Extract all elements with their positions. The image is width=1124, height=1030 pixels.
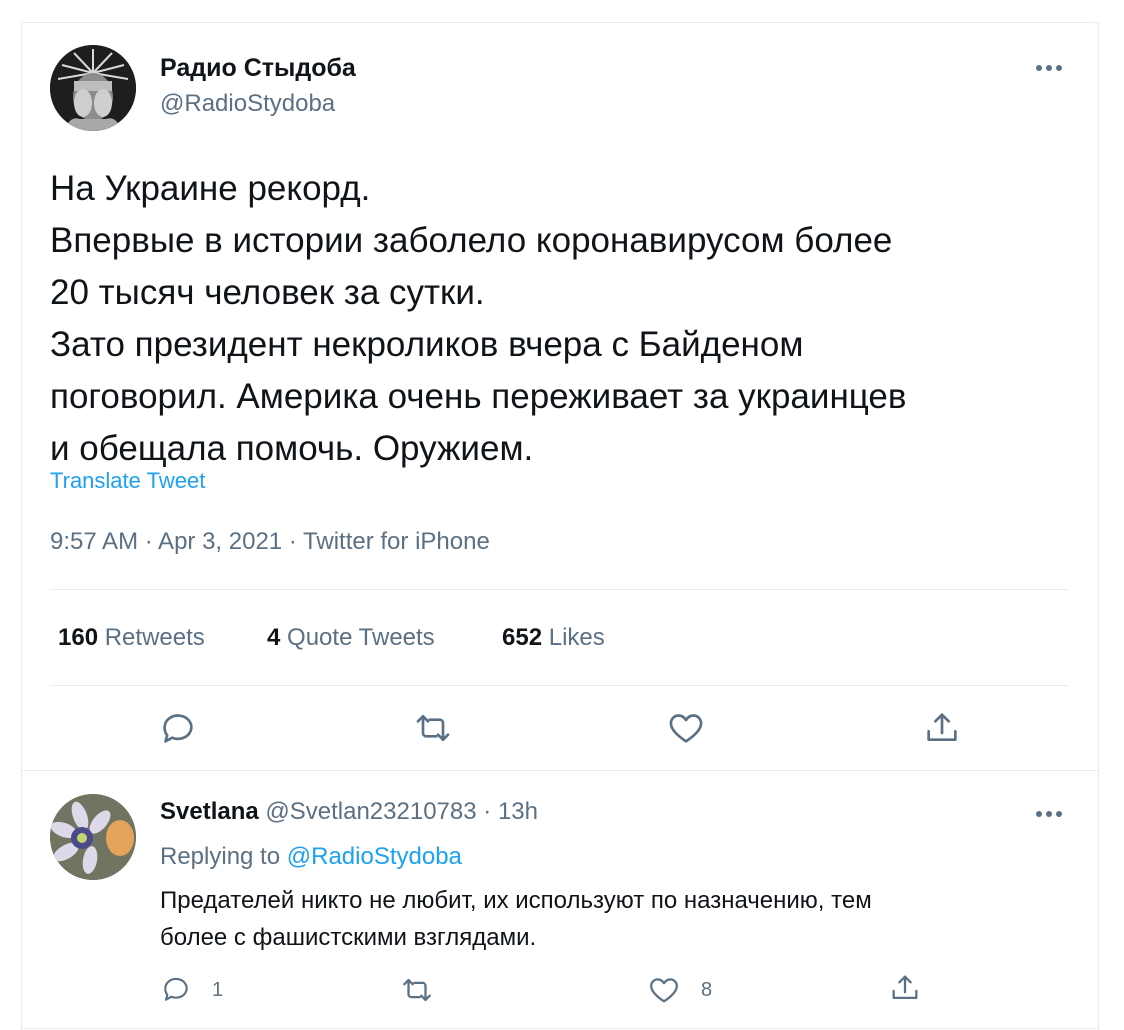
author-name[interactable]: Радио Стыдоба xyxy=(160,54,356,83)
divider xyxy=(50,685,1068,686)
reply-author-name[interactable]: Svetlana xyxy=(160,798,259,825)
retweet-icon[interactable] xyxy=(413,708,453,748)
translate-tweet-link[interactable]: Translate Tweet xyxy=(50,468,205,494)
reply-retweet-icon[interactable] xyxy=(400,973,434,1007)
reply-author-avatar[interactable] xyxy=(50,794,136,880)
tweet-timestamp[interactable]: 9:57 AM · Apr 3, 2021 · Twitter for iPho… xyxy=(50,528,490,556)
reply-time[interactable]: 13h xyxy=(498,798,538,825)
reply-share-icon[interactable] xyxy=(888,971,922,1005)
reply-author-handle[interactable]: @Svetlan23210783 xyxy=(265,798,476,825)
more-icon[interactable] xyxy=(1036,62,1066,74)
tweet-text-line: 20 тысяч человек за сутки. xyxy=(50,273,485,312)
top-divider xyxy=(21,22,1099,23)
reply-reply-count: 1 xyxy=(212,979,224,1001)
share-icon[interactable] xyxy=(922,708,962,748)
tweet-text: На Украине рекорд. Впервые в истории заб… xyxy=(50,163,1080,475)
tweet-text-line: Зато президент некроликов вчера с Байден… xyxy=(50,325,804,364)
likes-stat[interactable]: 652 Likes xyxy=(502,624,605,652)
reply-like-icon[interactable] xyxy=(647,973,681,1007)
reply-like-count: 8 xyxy=(701,979,713,1001)
author-avatar[interactable] xyxy=(50,45,136,131)
tweet-text-line: На Украине рекорд. xyxy=(50,169,371,208)
reply-header: Svetlana @Svetlan23210783 · 13h xyxy=(160,798,538,826)
reply-more-icon[interactable] xyxy=(1036,808,1066,820)
quote-tweets-count: 4 xyxy=(267,624,281,651)
replying-to: Replying to @RadioStydoba xyxy=(160,843,462,871)
reply-text-line: более с фашистскими взглядами. xyxy=(160,924,537,951)
quote-tweets-stat[interactable]: 4 Quote Tweets xyxy=(267,624,435,652)
retweets-count: 160 xyxy=(58,624,99,651)
likes-label: Likes xyxy=(548,624,605,651)
like-icon[interactable] xyxy=(666,708,706,748)
reply-icon[interactable] xyxy=(158,708,198,748)
retweets-stat[interactable]: 160 Retweets xyxy=(58,624,205,652)
tweet-text-line: поговорил. Америка очень переживает за у… xyxy=(50,377,907,416)
quote-tweets-label: Quote Tweets xyxy=(287,624,435,651)
reply-reply-icon[interactable] xyxy=(160,973,192,1005)
author-handle[interactable]: @RadioStydoba xyxy=(160,90,335,118)
reply-text: Предателей никто не любит, их используют… xyxy=(160,882,872,956)
retweets-label: Retweets xyxy=(104,624,205,651)
divider xyxy=(21,770,1099,771)
separator-dot: · xyxy=(483,798,492,825)
reply-text-line: Предателей никто не любит, их используют… xyxy=(160,887,872,914)
likes-count: 652 xyxy=(502,624,543,651)
replying-to-prefix: Replying to xyxy=(160,843,281,870)
bottom-divider xyxy=(21,1028,1099,1029)
divider xyxy=(50,589,1068,590)
replying-to-handle[interactable]: @RadioStydoba xyxy=(287,843,462,870)
tweet-text-line: Впервые в истории заболело коронавирусом… xyxy=(50,221,893,260)
